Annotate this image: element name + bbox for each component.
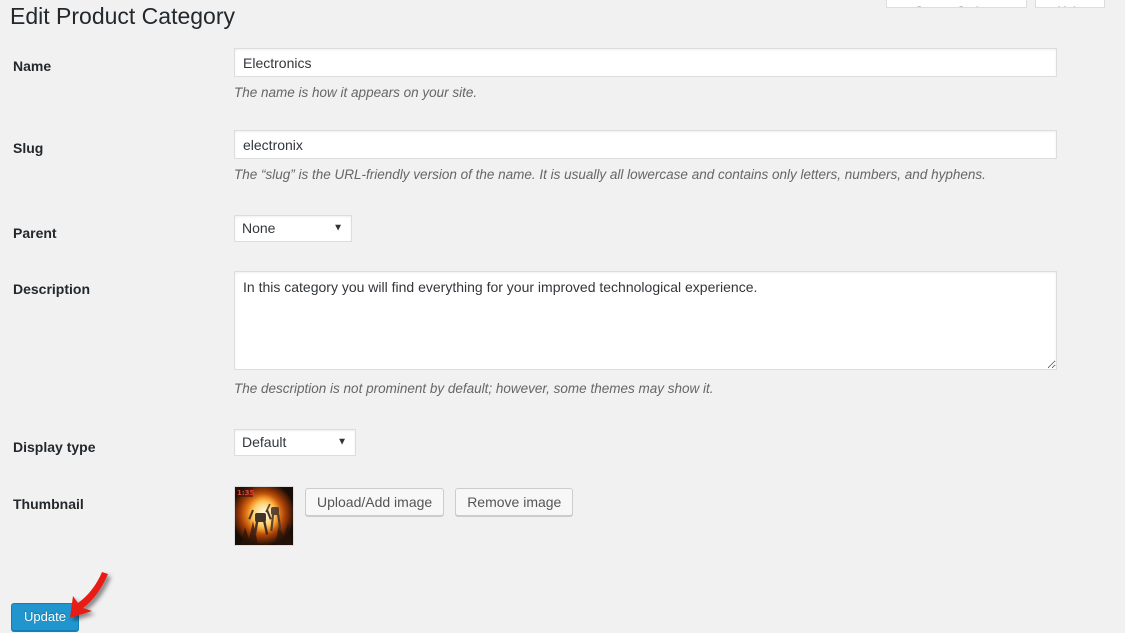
display-type-field-wrap: Default ▼ (234, 428, 1125, 456)
submit-area: Update (11, 603, 79, 631)
form-row-thumbnail: Thumbnail 1:35 Upload/Add image Remove i… (0, 486, 1125, 547)
help-tab[interactable]: Help (1035, 0, 1105, 8)
screen-meta-tabs: Screen Options Help (886, 0, 1105, 8)
name-description: The name is how it appears on your site. (234, 85, 478, 100)
description-textarea[interactable]: In this category you will find everythin… (234, 270, 1057, 370)
parent-select[interactable]: None (234, 214, 352, 242)
remove-image-button[interactable]: Remove image (455, 488, 574, 517)
form-row-name: Name The name is how it appears on your … (0, 48, 1125, 103)
update-button[interactable]: Update (11, 603, 79, 631)
description-help-text: The description is not prominent by defa… (234, 380, 714, 396)
form-row-display-type: Display type Default ▼ (0, 428, 1125, 456)
thumbnail-label: Thumbnail (13, 496, 84, 513)
name-field-wrap: The name is how it appears on your site. (234, 48, 1125, 103)
thumbnail-controls: 1:35 Upload/Add image Remove image (234, 486, 1057, 547)
parent-field-wrap: None ▼ (234, 214, 1125, 242)
parent-label: Parent (13, 224, 57, 241)
form-row-description: Description In this category you will fi… (0, 270, 1125, 399)
page-title: Edit Product Category (10, 3, 236, 29)
parent-select-wrap: None ▼ (234, 214, 352, 242)
thumbnail-artwork-icon: 1:35 (235, 487, 293, 546)
description-field-wrap: In this category you will find everythin… (234, 270, 1125, 399)
svg-text:1:35: 1:35 (237, 489, 255, 497)
upload-add-image-button[interactable]: Upload/Add image (305, 488, 445, 517)
slug-label: Slug (13, 140, 44, 157)
display-type-select[interactable]: Default (234, 428, 356, 456)
screen-options-tab-label: Screen Options (915, 4, 998, 7)
thumbnail-field-wrap: 1:35 Upload/Add image Remove image (234, 486, 1125, 547)
name-input[interactable] (234, 48, 1057, 77)
slug-description: The “slug” is the URL-friendly version o… (234, 167, 986, 183)
edit-category-form: Name The name is how it appears on your … (0, 48, 1125, 547)
form-row-parent: Parent None ▼ (0, 214, 1125, 242)
description-label: Description (13, 280, 91, 297)
name-label: Name (13, 58, 52, 74)
help-tab-label: Help (1058, 4, 1083, 7)
thumbnail-preview-image: 1:35 (234, 486, 294, 547)
display-type-select-wrap: Default ▼ (234, 428, 356, 456)
slug-input[interactable] (234, 130, 1057, 160)
form-row-slug: Slug The “slug” is the URL-friendly vers… (0, 130, 1125, 185)
screen-options-tab[interactable]: Screen Options (886, 0, 1027, 8)
slug-field-wrap: The “slug” is the URL-friendly version o… (234, 130, 1125, 185)
display-type-label: Display type (13, 438, 96, 455)
